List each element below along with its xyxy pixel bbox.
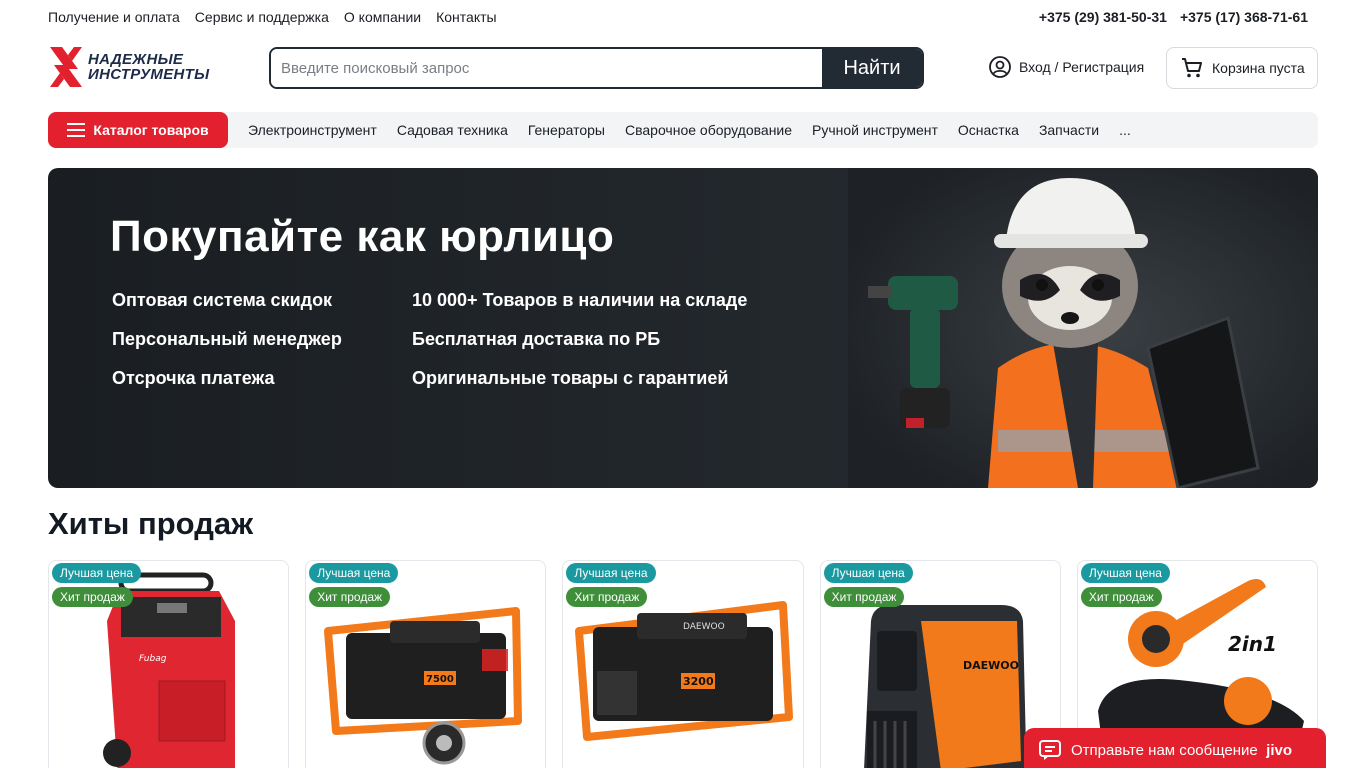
badge-hit: Хит продаж [823, 587, 905, 607]
badge-best-price: Лучшая цена [1080, 563, 1170, 583]
phones: +375 (29) 381-50-31 +375 (17) 368-71-61 [1039, 9, 1318, 25]
product-card[interactable]: 7500 Лучшая цена Хит продаж [305, 560, 547, 768]
svg-text:DAEWOO: DAEWOO [683, 622, 725, 632]
cart-label: Корзина пуста [1212, 60, 1305, 76]
top-link-about[interactable]: О компании [344, 9, 421, 25]
product-card[interactable]: DAEWOO 3200 Лучшая цена Хит продаж [562, 560, 804, 768]
benefit-item: Бесплатная доставка по РБ [412, 329, 661, 349]
catalog-button[interactable]: Каталог товаров [48, 112, 228, 148]
search-input[interactable] [271, 49, 822, 87]
model-label: 7500 [426, 674, 454, 685]
chat-label: Отправьте нам сообщение [1071, 741, 1258, 759]
badge-best-price: Лучшая цена [566, 563, 656, 583]
chat-bubble-icon [1039, 740, 1061, 760]
top-link-delivery[interactable]: Получение и оплата [48, 9, 180, 25]
user-icon [989, 56, 1011, 78]
badge-hit: Хит продаж [52, 587, 133, 607]
nav-item-welding[interactable]: Сварочное оборудование [625, 122, 792, 138]
logo-line-2: ИНСТРУМЕНТЫ [88, 66, 210, 83]
login-link[interactable]: Вход / Регистрация [988, 55, 1144, 79]
nav-item-accessories[interactable]: Оснастка [958, 122, 1019, 138]
logo-line-1: НАДЕЖНЫЕ [88, 51, 184, 68]
badge-best-price: Лучшая цена [52, 563, 142, 583]
header: НАДЕЖНЫЕ ИНСТРУМЕНТЫ Найти Вход / Регист… [48, 43, 1318, 91]
logo-text: НАДЕЖНЫЕ ИНСТРУМЕНТЫ [88, 52, 209, 82]
product-card[interactable]: Fubag Лучшая цена Хит продаж [48, 560, 290, 768]
logo-mark-icon [50, 47, 82, 87]
search-bar: Найти [269, 47, 924, 89]
nav-item-spare-parts[interactable]: Запчасти [1039, 122, 1099, 138]
svg-text:DAEWOO: DAEWOO [963, 659, 1019, 672]
cart-button[interactable]: Корзина пуста [1166, 47, 1318, 89]
top-bar: Получение и оплата Сервис и поддержка О … [48, 0, 1318, 34]
benefit-item: Персональный менеджер [112, 329, 342, 349]
badge-hit: Хит продаж [566, 587, 648, 607]
site-logo[interactable]: НАДЕЖНЫЕ ИНСТРУМЕНТЫ [48, 43, 213, 91]
promo-banner[interactable]: Покупайте как юрлицо Оптовая система ски… [48, 168, 1318, 488]
badge-hit: Хит продаж [309, 587, 391, 607]
top-link-contacts[interactable]: Контакты [436, 9, 496, 25]
menu-icon [67, 123, 86, 137]
banner-title: Покупайте как юрлицо [110, 212, 615, 261]
svg-text:Fubag: Fubag [139, 654, 167, 664]
badge-best-price: Лучшая цена [309, 563, 399, 583]
nav-item-garden[interactable]: Садовая техника [397, 122, 508, 138]
login-label: Вход / Регистрация [1019, 59, 1145, 75]
nav-item-generators[interactable]: Генераторы [528, 122, 605, 138]
phone-mobile[interactable]: +375 (29) 381-50-31 [1039, 9, 1167, 25]
raccoon-worker-image [848, 168, 1318, 488]
nav-item-more[interactable]: ... [1119, 122, 1131, 138]
benefit-item: Оптовая система скидок [112, 290, 333, 310]
product-feature-label: 2in1 [1228, 632, 1277, 656]
banner-benefits: Оптовая система скидок 10 000+ Товаров в… [112, 290, 792, 389]
benefit-item: Отсрочка платежа [112, 368, 275, 388]
badge-hit: Хит продаж [1080, 587, 1162, 607]
top-links: Получение и оплата Сервис и поддержка О … [48, 9, 497, 25]
nav-item-hand-tools[interactable]: Ручной инструмент [812, 122, 938, 138]
nav-items: Электроинструмент Садовая техника Генера… [248, 122, 1131, 138]
section-title-hits: Хиты продаж [48, 506, 254, 541]
model-label: 3200 [683, 675, 714, 688]
benefit-item: Оригинальные товары с гарантией [412, 368, 729, 388]
badge-best-price: Лучшая цена [823, 563, 913, 583]
chat-brand: jivo [1266, 741, 1292, 759]
main-nav: Каталог товаров Электроинструмент Садова… [48, 112, 1318, 148]
benefit-item: 10 000+ Товаров в наличии на складе [412, 290, 748, 310]
nav-item-power-tools[interactable]: Электроинструмент [248, 122, 377, 138]
chat-widget[interactable]: Отправьте нам сообщение jivo [1024, 728, 1326, 768]
phone-landline[interactable]: +375 (17) 368-71-61 [1180, 9, 1308, 25]
top-link-service[interactable]: Сервис и поддержка [195, 9, 329, 25]
cart-icon [1182, 58, 1202, 78]
search-button[interactable]: Найти [822, 49, 922, 87]
catalog-label: Каталог товаров [93, 122, 209, 138]
